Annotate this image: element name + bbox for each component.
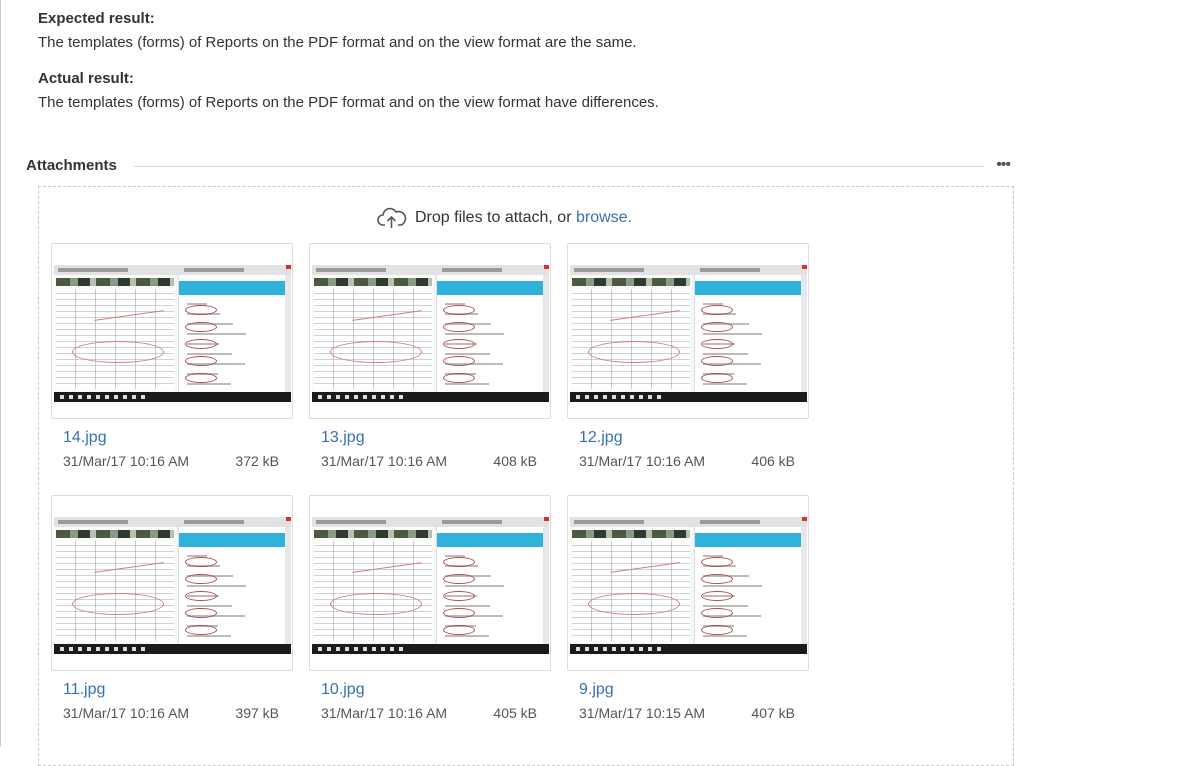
- cloud-upload-icon: [377, 207, 407, 228]
- attachment-thumbnail[interactable]: [567, 495, 809, 671]
- attachment-date: 31/Mar/17 10:16 AM: [63, 705, 190, 721]
- expected-result-text: The templates (forms) of Reports on the …: [38, 34, 637, 51]
- attachment-card: 10.jpg 31/Mar/17 10:16 AM 405 kB: [309, 495, 551, 721]
- attachment-thumbnail[interactable]: [567, 243, 809, 419]
- screenshot-preview: [312, 517, 549, 654]
- attachment-size: 372 kB: [235, 453, 279, 469]
- attachment-card: 9.jpg 31/Mar/17 10:15 AM 407 kB: [567, 495, 809, 721]
- screenshot-preview: [312, 265, 549, 402]
- drop-text: Drop files to attach, or: [415, 209, 572, 226]
- screenshot-preview: [54, 517, 291, 654]
- attachment-date: 31/Mar/17 10:16 AM: [321, 453, 448, 469]
- attachment-thumbnail[interactable]: [309, 495, 551, 671]
- attachment-size: 408 kB: [493, 453, 537, 469]
- attachment-thumbnail[interactable]: [309, 243, 551, 419]
- attachment-date: 31/Mar/17 10:15 AM: [579, 705, 706, 721]
- drop-message: Drop files to attach, or browse.: [377, 207, 632, 229]
- attachment-filename[interactable]: 9.jpg: [579, 681, 614, 699]
- more-horizontal-icon[interactable]: •••: [996, 157, 1011, 173]
- actual-result-text: The templates (forms) of Reports on the …: [38, 94, 659, 111]
- attachment-card: 11.jpg 31/Mar/17 10:16 AM 397 kB: [51, 495, 293, 721]
- attachment-date: 31/Mar/17 10:16 AM: [579, 453, 706, 469]
- attachment-date: 31/Mar/17 10:16 AM: [63, 453, 190, 469]
- attachment-size: 405 kB: [493, 705, 537, 721]
- attachments-title: Attachments: [26, 157, 123, 174]
- attachment-filename[interactable]: 11.jpg: [63, 681, 105, 699]
- attachment-thumbnail[interactable]: [51, 495, 293, 671]
- screenshot-preview: [54, 265, 291, 402]
- screenshot-preview: [570, 265, 807, 402]
- left-border: [0, 0, 1, 747]
- screenshot-preview: [570, 517, 807, 654]
- attachment-thumbnail[interactable]: [51, 243, 293, 419]
- actual-result-heading: Actual result:: [38, 70, 134, 87]
- attachment-card: 12.jpg 31/Mar/17 10:16 AM 406 kB: [567, 243, 809, 469]
- browse-link[interactable]: browse.: [576, 209, 632, 227]
- expected-result-heading: Expected result:: [38, 10, 155, 27]
- attachment-card: 13.jpg 31/Mar/17 10:16 AM 408 kB: [309, 243, 551, 469]
- attachment-card: 14.jpg 31/Mar/17 10:16 AM 372 kB: [51, 243, 293, 469]
- attachment-filename[interactable]: 10.jpg: [321, 681, 365, 699]
- attachment-filename[interactable]: 13.jpg: [321, 429, 365, 447]
- attachment-date: 31/Mar/17 10:16 AM: [321, 705, 448, 721]
- attachment-size: 397 kB: [235, 705, 279, 721]
- attachment-size: 406 kB: [751, 453, 795, 469]
- attachments-divider: [134, 166, 984, 167]
- attachments-header: Attachments •••: [26, 157, 1014, 177]
- attachment-filename[interactable]: 12.jpg: [579, 429, 623, 447]
- attachment-size: 407 kB: [751, 705, 795, 721]
- attachment-filename[interactable]: 14.jpg: [63, 429, 107, 447]
